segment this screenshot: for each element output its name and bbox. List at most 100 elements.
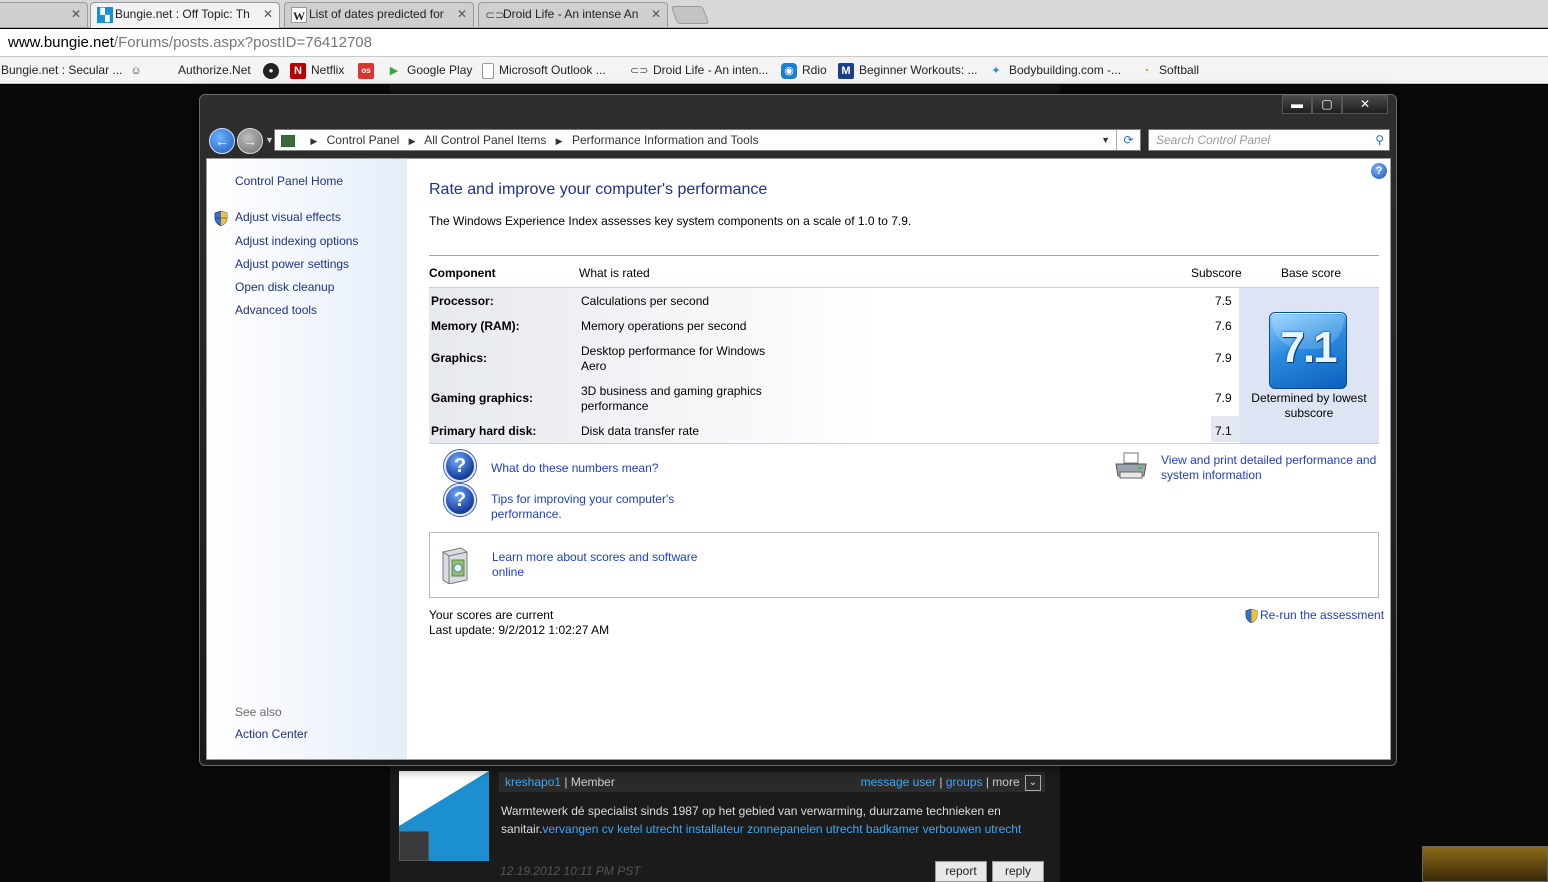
chevron-right-icon[interactable]: ▶ xyxy=(556,136,563,146)
close-icon[interactable]: ✕ xyxy=(457,3,467,25)
minimize-button[interactable]: ▬ xyxy=(1282,95,1312,114)
bookmark-rdio[interactable]: ◉ Rdio xyxy=(781,57,827,83)
advanced-tools-link[interactable]: Advanced tools xyxy=(235,303,317,317)
breadcrumb-performance[interactable]: Performance Information and Tools xyxy=(572,133,759,147)
bookmark-beginner-workouts[interactable]: M Beginner Workouts: ... xyxy=(838,57,978,83)
row-what: Memory operations per second xyxy=(581,319,747,333)
address-bar[interactable]: www.bungie.net/Forums/posts.aspx?postID=… xyxy=(0,29,1548,57)
groups-link[interactable]: groups xyxy=(946,775,983,789)
rerun-label: Re-run the assessment xyxy=(1260,608,1385,622)
base-score-value: 7.1 xyxy=(1280,323,1337,372)
close-icon[interactable]: ✕ xyxy=(71,3,81,25)
control-panel-home-link[interactable]: Control Panel Home xyxy=(235,174,343,188)
tips-improving-performance-link[interactable]: Tips for improving your computer's perfo… xyxy=(491,492,701,522)
reply-button[interactable]: reply xyxy=(992,861,1044,882)
window-controls: ▬ ▢ ✕ xyxy=(1282,95,1388,115)
what-do-numbers-mean-link[interactable]: What do these numbers mean? xyxy=(491,461,658,476)
avatar[interactable] xyxy=(399,771,489,861)
refresh-icon[interactable]: ⟳ xyxy=(1116,130,1140,150)
bookmark-softball[interactable]: ◔ Softball xyxy=(1138,57,1199,83)
chevron-down-icon[interactable]: ⌄ xyxy=(1025,774,1041,791)
recent-pages-dropdown[interactable]: ▼ xyxy=(265,135,274,145)
chevron-right-icon[interactable]: ▶ xyxy=(409,136,416,146)
bookmark-netflix[interactable]: N Netflix xyxy=(290,57,344,83)
pcu-icon: ● xyxy=(263,62,279,79)
bookmark-label: Google Play xyxy=(407,63,473,77)
adjust-power-settings-link[interactable]: Adjust power settings xyxy=(235,257,349,271)
row-subscore: 7.1 xyxy=(1215,424,1232,438)
row-component: Graphics: xyxy=(431,351,488,365)
view-print-details-link[interactable]: View and print detailed performance and … xyxy=(1161,453,1385,483)
os-icon: os xyxy=(358,62,374,79)
learn-more-link[interactable]: Learn more about scores and software onl… xyxy=(492,550,712,580)
bookmark-label: Authorize.Net xyxy=(178,63,251,77)
close-button[interactable]: ✕ xyxy=(1342,95,1388,114)
breadcrumb-all-items[interactable]: All Control Panel Items xyxy=(424,133,546,147)
bungie-icon: ▚ xyxy=(97,7,113,23)
close-icon[interactable]: ✕ xyxy=(651,3,661,25)
search-input[interactable]: Search Control Panel ⚲ xyxy=(1148,129,1390,151)
row-component: Processor: xyxy=(431,294,494,308)
chevron-right-icon[interactable]: ▶ xyxy=(310,136,317,146)
tab-bungie[interactable]: ▚ Bungie.net : Off Topic: Th ✕ xyxy=(90,2,280,28)
post-links[interactable]: vervangen cv ketel utrecht installateur … xyxy=(542,822,1021,836)
forward-button[interactable]: → xyxy=(237,128,263,154)
bookmark-bodybuilding[interactable]: ✦ Bodybuilding.com -... xyxy=(988,57,1121,83)
close-icon[interactable]: ✕ xyxy=(263,3,273,25)
rerun-assessment-link[interactable]: Re-run the assessment xyxy=(1245,608,1384,623)
separator: | xyxy=(939,775,943,789)
help-icon[interactable]: ? xyxy=(1371,163,1387,179)
open-disk-cleanup-link[interactable]: Open disk cleanup xyxy=(235,280,334,294)
chevron-down-icon[interactable]: ▼ xyxy=(1101,130,1110,150)
bookmark-bungie-secular[interactable]: Bungie.net : Secular ... xyxy=(1,57,122,83)
search-icon[interactable]: ⚲ xyxy=(1375,130,1384,150)
adjust-indexing-options-link[interactable]: Adjust indexing options xyxy=(235,234,358,248)
adjust-visual-effects-link[interactable]: Adjust visual effects xyxy=(235,210,341,224)
row-component: Primary hard disk: xyxy=(431,424,537,438)
bookmark-microsoft-outlook[interactable]: Microsoft Outlook ... xyxy=(482,57,606,83)
address-path: /Forums/posts.aspx?postID=76412708 xyxy=(113,34,372,51)
breadcrumb-control-panel[interactable]: Control Panel xyxy=(327,133,400,147)
avatar-shape xyxy=(399,771,489,826)
row-subscore: 7.6 xyxy=(1215,319,1232,333)
bookmark-reddit[interactable]: ☺ xyxy=(128,57,149,83)
report-button[interactable]: report xyxy=(935,861,987,882)
post-body: Warmtewerk dé specialist sinds 1987 op h… xyxy=(501,802,1041,838)
arrow-left-icon: ← xyxy=(215,133,229,149)
bookmark-label: Netflix xyxy=(311,63,345,77)
bookmark-pcu[interactable]: ● xyxy=(263,57,284,83)
action-center-link[interactable]: Action Center xyxy=(235,727,308,741)
bookmark-label: Bungie.net : Secular ... xyxy=(1,63,123,77)
bookmark-droid-life[interactable]: ⊂⊃ Droid Life - An inten... xyxy=(630,57,768,83)
bookmark-os[interactable]: os xyxy=(358,57,379,83)
scores-status: Your scores are current xyxy=(429,608,554,622)
message-user-link[interactable]: message user xyxy=(861,775,936,789)
decorative-panel xyxy=(1422,846,1548,882)
bodybuilding-icon: ✦ xyxy=(991,64,1001,77)
droid-icon: ⊂⊃ xyxy=(485,8,506,22)
tab-wikipedia[interactable]: W List of dates predicted for ✕ xyxy=(284,2,474,27)
header-component: Component xyxy=(429,266,496,280)
back-button[interactable]: ← xyxy=(209,128,235,154)
tab-droid-life[interactable]: ⊂⊃ Droid Life - An intense An ✕ xyxy=(478,2,668,27)
row-what: Calculations per second xyxy=(581,294,710,308)
post-header: kreshapo1 | Member message user | groups… xyxy=(499,772,1045,792)
tab-blank[interactable]: ✕ xyxy=(0,2,88,27)
avatar-emblem xyxy=(399,831,429,861)
base-score-panel: 7.1 Determined by lowest subscore xyxy=(1239,287,1379,443)
tab-strip: ✕ ▚ Bungie.net : Off Topic: Th ✕ W List … xyxy=(0,0,1548,28)
tab-label: List of dates predicted for xyxy=(309,7,444,21)
maximize-button[interactable]: ▢ xyxy=(1312,95,1342,114)
new-tab-button[interactable] xyxy=(670,6,710,24)
post-username-link[interactable]: kreshapo1 xyxy=(505,775,561,789)
workout-icon: M xyxy=(838,62,854,79)
row-component: Memory (RAM): xyxy=(431,319,520,333)
bookmark-authorize-net[interactable]: Authorize.Net xyxy=(178,57,251,83)
bookmark-google-play[interactable]: ▶ Google Play xyxy=(386,57,473,83)
breadcrumb[interactable]: ▶ Control Panel ▶ All Control Panel Item… xyxy=(274,129,1141,151)
tab-label: Droid Life - An intense An xyxy=(503,7,638,21)
header-subscore: Subscore xyxy=(1191,266,1242,280)
droid-icon: ⊂⊃ xyxy=(630,64,649,77)
tab-label: Bungie.net : Off Topic: Th xyxy=(115,7,250,21)
more-link[interactable]: | more xyxy=(986,775,1020,789)
